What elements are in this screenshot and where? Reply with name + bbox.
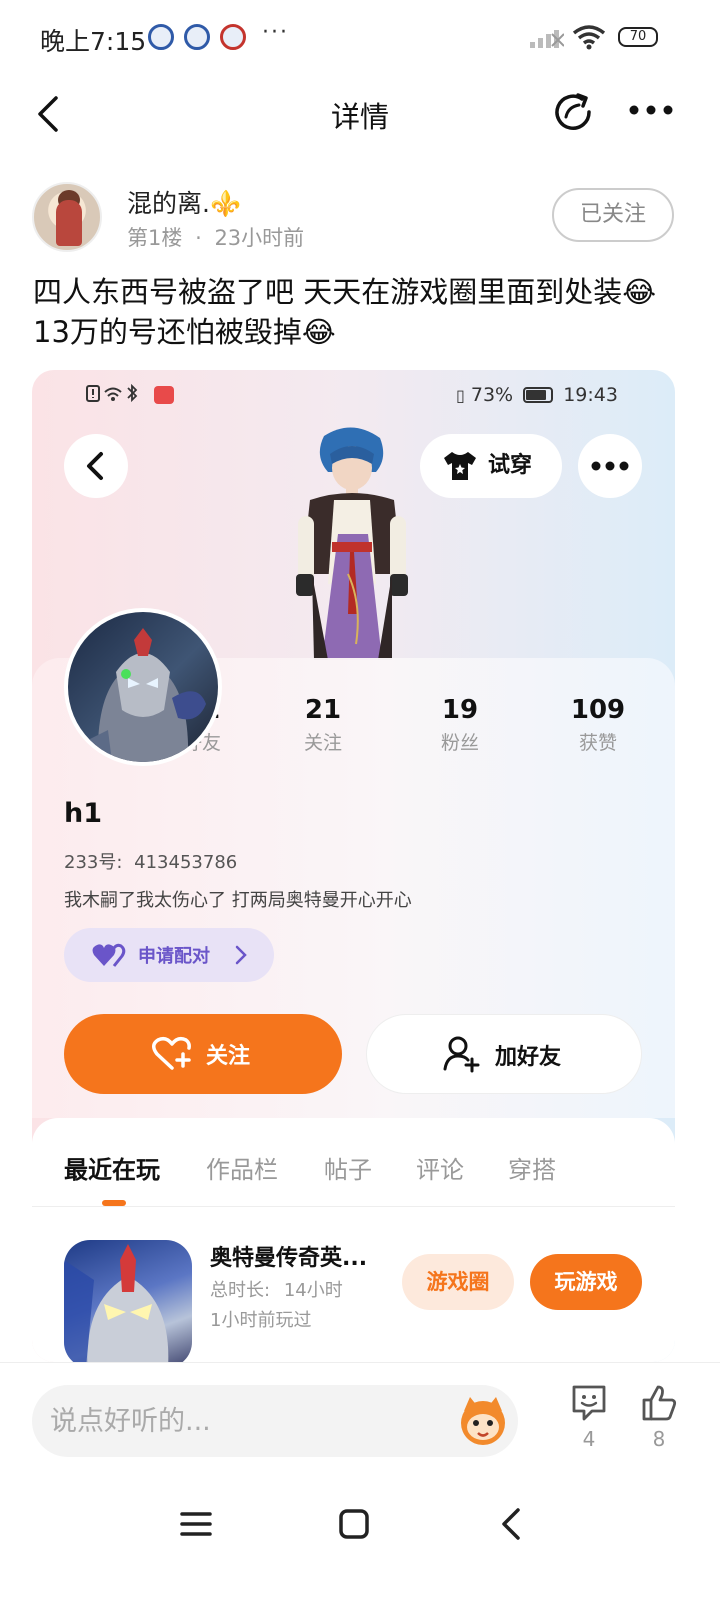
follow-label: 关注 (206, 1044, 251, 1069)
add-user-icon (443, 1036, 480, 1073)
stat-value: 109 (570, 695, 626, 725)
mascot-emoji-icon[interactable] (456, 1393, 510, 1447)
profile-id-label: 233号: (64, 852, 123, 873)
embedded-battery-percent: 73% (470, 384, 514, 406)
follow-button[interactable]: 关注 (64, 1014, 342, 1094)
tab-recent-played[interactable]: 最近在玩 (64, 1150, 160, 1185)
post-image[interactable]: ▯ 73% 19:43 试穿 好友 21 关注 19 粉丝 109 获赞 h1 … (32, 370, 675, 1362)
back-icon[interactable] (492, 1504, 532, 1544)
heart-plus-icon (152, 1036, 191, 1070)
signal-icon (530, 30, 564, 48)
stat-following[interactable]: 21 关注 (263, 692, 383, 758)
play-game-button[interactable]: 玩游戏 (530, 1254, 642, 1310)
pair-request-label: 申请配对 (138, 946, 210, 967)
followed-button[interactable]: 已关注 (552, 188, 674, 242)
game-circle-button[interactable]: 游戏圈 (402, 1254, 514, 1310)
profile-avatar[interactable] (64, 608, 222, 766)
tab-outfits[interactable]: 穿搭 (508, 1150, 556, 1185)
status-time: 晚上7:15 (40, 27, 147, 56)
profile-id-value: 413453786 (134, 852, 238, 873)
chevron-left-icon (87, 452, 103, 480)
post-text: 四人东西号被盗了吧 天天在游戏圈里面到处装😂 13万的号还怕被毁掉😂 (33, 275, 657, 349)
more-icon[interactable] (628, 98, 674, 122)
add-friend-button[interactable]: 加好友 (366, 1014, 642, 1094)
notification-app-icon (220, 24, 246, 50)
status-icons-group (86, 383, 138, 403)
recents-menu-icon[interactable] (176, 1504, 216, 1544)
heart-icon (92, 943, 126, 967)
notification-app-icon (154, 386, 174, 404)
shirt-icon (444, 452, 476, 480)
more-icon (591, 461, 629, 471)
tab-comments[interactable]: 评论 (416, 1150, 464, 1185)
battery-indicator: 70 (618, 27, 658, 47)
comment-count-button[interactable]: 4 (564, 1383, 614, 1451)
game-icon[interactable] (64, 1240, 192, 1362)
comment-input[interactable] (32, 1385, 518, 1457)
status-bar: 晚上7:15 ··· 70 (0, 0, 720, 78)
tab-works[interactable]: 作品栏 (206, 1150, 278, 1185)
share-icon[interactable] (552, 90, 594, 132)
embedded-more-button[interactable] (578, 434, 642, 498)
stat-value: 19 (441, 695, 479, 725)
stat-label: 粉丝 (440, 732, 479, 754)
comment-bar: 4 8 (0, 1362, 720, 1480)
stat-fans[interactable]: 19 粉丝 (400, 692, 520, 758)
game-playtime: 总时长: 14小时 (210, 1276, 343, 1302)
meta-separator: · (195, 226, 202, 250)
system-navigation-bar (0, 1480, 720, 1600)
post-meta: 第1楼 · 23小时前 (127, 222, 304, 252)
try-on-button[interactable]: 试穿 (420, 434, 562, 498)
add-friend-label: 加好友 (495, 1045, 562, 1070)
notification-app-icon (148, 24, 174, 50)
playtime-label: 总时长: (210, 1280, 271, 1301)
status-overflow-dots: ··· (262, 20, 289, 45)
divider (32, 1206, 675, 1207)
author-avatar[interactable] (32, 182, 102, 252)
game-name[interactable]: 奥特曼传奇英... (210, 1240, 367, 1272)
battery-icon (523, 387, 554, 403)
stat-label: 获赞 (578, 732, 617, 754)
try-on-label: 试穿 (488, 453, 533, 478)
vibrate-icon: ▯ (456, 386, 465, 405)
thumbs-up-icon (642, 1385, 677, 1421)
nav-header: 详情 (0, 78, 720, 154)
profile-bio: 我木嗣了我太伤心了 打两局奥特曼开心开心 (64, 890, 412, 911)
author-name[interactable]: 混的离.⚜️ (127, 184, 241, 220)
stat-value: 21 (304, 695, 342, 725)
pair-request-button[interactable]: 申请配对 (64, 928, 274, 982)
profile-name: h1 (64, 798, 103, 829)
embedded-back-button[interactable] (64, 434, 128, 498)
home-icon[interactable] (334, 1504, 374, 1544)
profile-id: 233号: 413453786 (64, 848, 237, 874)
comment-icon (572, 1385, 606, 1421)
profile-tabs-section: 最近在玩 作品栏 帖子 评论 穿搭 奥特曼传奇英... 总时长: 14小时 1小… (32, 1118, 675, 1362)
page-title: 详情 (330, 100, 389, 134)
comment-count: 4 (582, 1427, 596, 1451)
hero-avatar-image (88, 628, 206, 762)
game-last-played: 1小时前玩过 (210, 1310, 312, 1331)
chevron-right-icon (235, 945, 247, 965)
wifi-icon (572, 25, 606, 50)
ultraman-game-image (64, 1244, 169, 1362)
post-time: 23小时前 (214, 226, 305, 250)
playtime-value: 14小时 (283, 1280, 343, 1301)
post-floor: 第1楼 (127, 226, 183, 250)
like-button[interactable]: 8 (634, 1383, 684, 1451)
notification-app-icon (184, 24, 210, 50)
like-count: 8 (652, 1427, 666, 1451)
stat-likes[interactable]: 109 获赞 (538, 692, 658, 758)
embedded-status-icons (86, 383, 146, 409)
embedded-time: 19:43 (563, 384, 618, 406)
embedded-status-right: ▯ 73% 19:43 (456, 384, 618, 406)
tab-posts[interactable]: 帖子 (324, 1150, 372, 1185)
stat-label: 关注 (303, 732, 342, 754)
character-avatar-figure (296, 427, 408, 660)
embedded-status-bar: ▯ 73% 19:43 (32, 370, 675, 420)
